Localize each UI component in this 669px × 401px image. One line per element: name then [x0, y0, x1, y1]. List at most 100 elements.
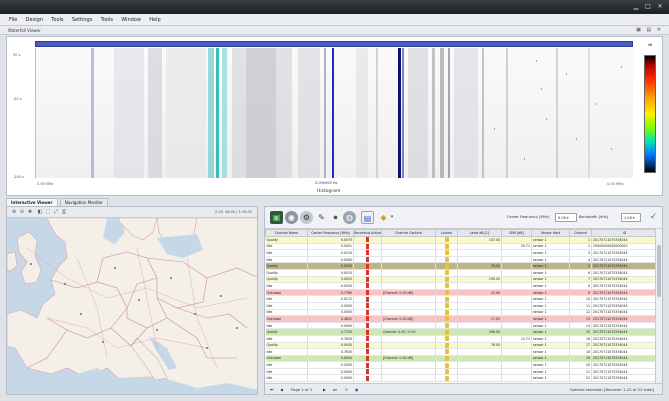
panel-window-controls[interactable]: ▣ ▤ ✕: [636, 27, 663, 33]
table-row[interactable]: Idle 0.0060 sensor 1 4 20170711075334044: [265, 256, 658, 264]
lock-icon[interactable]: [444, 250, 449, 256]
menu-design[interactable]: Design: [26, 17, 43, 23]
database-icon[interactable]: ◍: [343, 211, 356, 224]
lock-icon[interactable]: [444, 342, 449, 348]
lock-icon[interactable]: [444, 375, 449, 381]
menu-file[interactable]: File: [9, 17, 17, 23]
table-row[interactable]: Idle 0.0000 sensor 1 12 20170711075334044: [265, 309, 658, 317]
lock-icon[interactable]: [444, 349, 449, 355]
column-header[interactable]: Center Frequency [MHz]: [307, 229, 354, 237]
tab-interactive-viewer[interactable]: Interactive Viewer: [6, 198, 58, 206]
lock-icon[interactable]: [444, 336, 449, 342]
table-row[interactable]: Quality 0.7750 Channel: 0.00 / 0.00 166.00 s…: [265, 328, 658, 336]
lock-icon[interactable]: [444, 303, 449, 309]
print-icon[interactable]: ⎙: [61, 209, 67, 215]
scrollbar-thumb[interactable]: [657, 245, 661, 297]
column-header[interactable]: SNR [dB]: [501, 229, 532, 237]
table-row[interactable]: Idle 0.0000 sensor 1 21 20170711075334044: [265, 368, 658, 376]
column-header[interactable]: Level dB [1]: [457, 229, 502, 237]
chevron-down-icon[interactable]: ▾: [389, 211, 395, 224]
lock-icon[interactable]: [444, 323, 449, 328]
table-row[interactable]: Quality 0.0020 190.00 sensor 1 7 201707110753…: [265, 276, 658, 284]
monitor-icon[interactable]: ▣: [270, 211, 283, 224]
vertical-scrollbar[interactable]: [655, 229, 662, 384]
menu-tools[interactable]: Tools: [51, 17, 63, 23]
lock-icon[interactable]: [444, 237, 449, 243]
lock-icon[interactable]: [444, 362, 449, 368]
table-row[interactable]: Idle 0.0051 25.71 sensor 1 2 2000000000000000…: [265, 243, 658, 251]
last-page-button[interactable]: ⏭: [333, 387, 336, 392]
measure-icon[interactable]: ⤢: [53, 209, 59, 215]
column-header[interactable]: Sensor Host: [531, 229, 570, 237]
lock-icon[interactable]: [444, 283, 449, 289]
lock-icon[interactable]: [444, 263, 449, 269]
table-row[interactable]: Unknown 0.7780 [Channel: 0.00 dB] 25.00 sens…: [265, 289, 658, 297]
lock-icon[interactable]: [444, 369, 449, 375]
next-page-button[interactable]: ▶: [323, 387, 326, 392]
waterfall-plot[interactable]: [35, 48, 633, 178]
maximize-button[interactable]: □: [643, 3, 653, 11]
table-row[interactable]: Idle 0.7830 sensor 1 18 20170711075334044: [265, 348, 658, 356]
apply-icon[interactable]: ✓: [647, 211, 660, 224]
previous-page-button[interactable]: ◀: [280, 387, 283, 392]
menu-help[interactable]: Help: [149, 17, 160, 23]
layers-icon[interactable]: ◧: [37, 209, 43, 215]
lock-icon[interactable]: [444, 329, 449, 335]
column-header[interactable]: Locked: [435, 229, 458, 237]
color-scale-bar[interactable]: [644, 55, 656, 173]
pan-icon[interactable]: ✥: [27, 209, 33, 215]
record-icon[interactable]: ⏺: [329, 211, 342, 224]
lock-icon[interactable]: [444, 290, 449, 295]
table-row[interactable]: Idle 0.0154 sensor 1 3 20170711075334044: [265, 249, 658, 257]
minimize-button[interactable]: ▁: [631, 3, 641, 11]
table-row[interactable]: Idle 0.0054 sensor 1 8 20170711075334044: [265, 282, 658, 290]
column-header[interactable]: Recording Active: [353, 229, 382, 237]
column-header[interactable]: Channel Content: [381, 229, 436, 237]
menu-window[interactable]: Window: [121, 17, 141, 23]
table-row[interactable]: Unknown 0.4832 [Channel: 0.00 dB] 17.00 sens…: [265, 315, 658, 323]
europe-map[interactable]: [7, 218, 258, 395]
lock-icon[interactable]: [444, 257, 449, 262]
lock-icon[interactable]: [444, 276, 449, 282]
table-row[interactable]: Idle 0.2000 sensor 1 20 20170711075334044: [265, 361, 658, 369]
table-row[interactable]: Unknown 0.0000 [Channel: 0.00 dB] sensor 11…: [265, 355, 658, 363]
table-row[interactable]: Idle 0.0000 sensor 1 22 20170711075334044: [265, 374, 658, 383]
close-button[interactable]: ✕: [655, 3, 665, 11]
bandwidth-field[interactable]: 1.00 ▾: [621, 213, 641, 222]
table-cell-content: [381, 269, 436, 277]
column-header[interactable]: Channel: [569, 229, 592, 237]
table-row[interactable]: Idle 0.0000 sensor 1 14 20170711075334044: [265, 322, 658, 330]
table-row[interactable]: Quality 0.0000 76.00 sensor 1 17 201707110753…: [265, 342, 658, 350]
refresh-icon[interactable]: ⟳: [345, 387, 348, 392]
frequency-range-slider[interactable]: [35, 41, 633, 47]
document-icon[interactable]: ▤: [361, 211, 374, 224]
table-row[interactable]: Quality 0.0070 107.00 sensor 1 1 201707110753…: [265, 236, 658, 244]
lock-icon[interactable]: [444, 355, 449, 361]
zoom-out-icon[interactable]: ⊖: [19, 209, 25, 215]
lock-icon[interactable]: [444, 309, 449, 315]
table-row[interactable]: Quality 0.0020 76.00 sensor 1 5 2017071107533…: [265, 262, 658, 270]
table-row[interactable]: Idle 0.0000 sensor 1 11 20170711075334044: [265, 302, 658, 310]
table-row[interactable]: Idle 0.7830 12.73 sensor 1 16 201707110753340…: [265, 335, 658, 343]
first-page-button[interactable]: ⏮: [270, 387, 273, 392]
edit-icon[interactable]: ✎: [315, 211, 328, 224]
globe-icon[interactable]: ◉: [285, 211, 298, 224]
menu-settings[interactable]: Settings: [72, 17, 93, 23]
zoom-in-icon[interactable]: ⊕: [11, 209, 17, 215]
recording-flag-icon: [366, 250, 369, 256]
select-icon[interactable]: ⬚: [45, 209, 51, 215]
table-header-row: Channel Name Center Frequency [MHz] Reco…: [265, 229, 658, 237]
tab-navigation-monitor[interactable]: Navigation Monitor: [59, 198, 108, 206]
center-frequency-field[interactable]: 0.00 ▾: [555, 213, 577, 222]
table-row[interactable]: Quality 0.0010 sensor 1 6 20170711075334044: [265, 269, 658, 277]
lock-icon[interactable]: [444, 296, 449, 302]
column-header[interactable]: Channel Name: [265, 229, 308, 237]
lock-icon[interactable]: [444, 243, 449, 249]
lock-icon[interactable]: [444, 316, 449, 322]
gear-icon[interactable]: ⚙: [300, 211, 313, 224]
menu-tools-2[interactable]: Tools: [101, 17, 113, 23]
info-icon[interactable]: ●: [355, 387, 358, 392]
column-header[interactable]: ID: [591, 229, 658, 237]
lock-icon[interactable]: [444, 270, 449, 276]
table-row[interactable]: Idle 0.0172 sensor 1 10 20170711075334044: [265, 295, 658, 303]
